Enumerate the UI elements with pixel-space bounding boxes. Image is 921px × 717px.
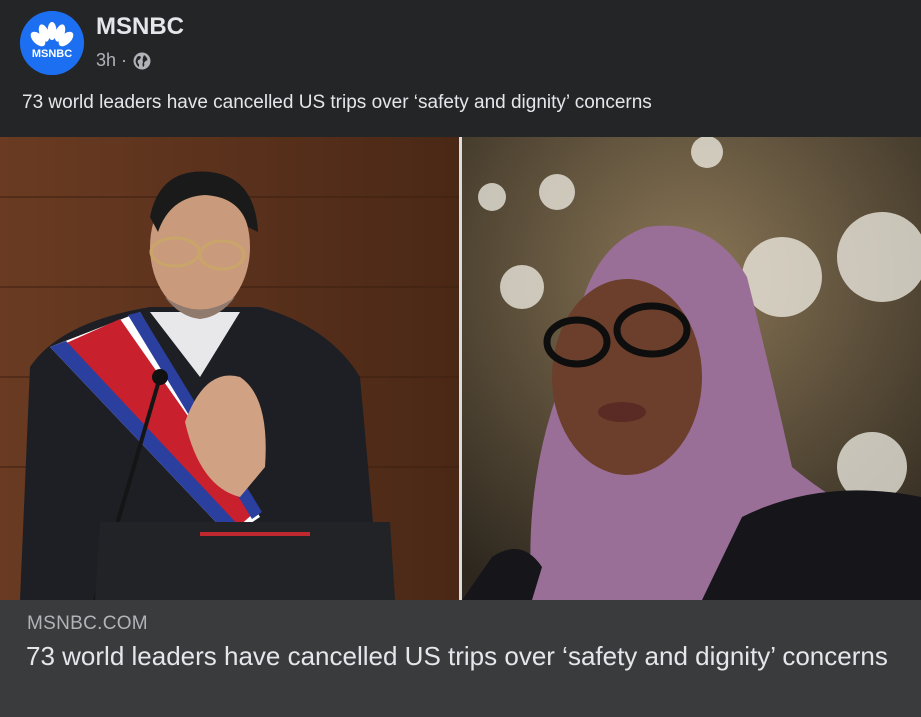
photo-man-at-podium (0, 137, 459, 600)
post-caption: 73 world leaders have cancelled US trips… (22, 92, 652, 113)
page-name[interactable]: MSNBC (96, 13, 184, 41)
post-image[interactable] (0, 137, 921, 600)
svg-text:MSNBC: MSNBC (32, 48, 72, 60)
meta-separator: · (121, 50, 128, 70)
timestamp[interactable]: 3h (96, 50, 116, 71)
link-title[interactable]: 73 world leaders have cancelled US trips… (26, 640, 896, 672)
post-meta: 3h · (96, 50, 152, 71)
photo-woman-in-hijab (462, 137, 921, 600)
peacock-logo-icon: MSNBC (20, 11, 84, 75)
link-domain: MSNBC.COM (27, 613, 148, 634)
link-preview[interactable]: MSNBC.COM 73 world leaders have cancelle… (0, 600, 921, 717)
avatar[interactable]: MSNBC (20, 11, 84, 75)
post-header: MSNBC MSNBC 3h · 73 world leaders have c… (0, 0, 921, 137)
globe-icon[interactable] (132, 51, 152, 71)
